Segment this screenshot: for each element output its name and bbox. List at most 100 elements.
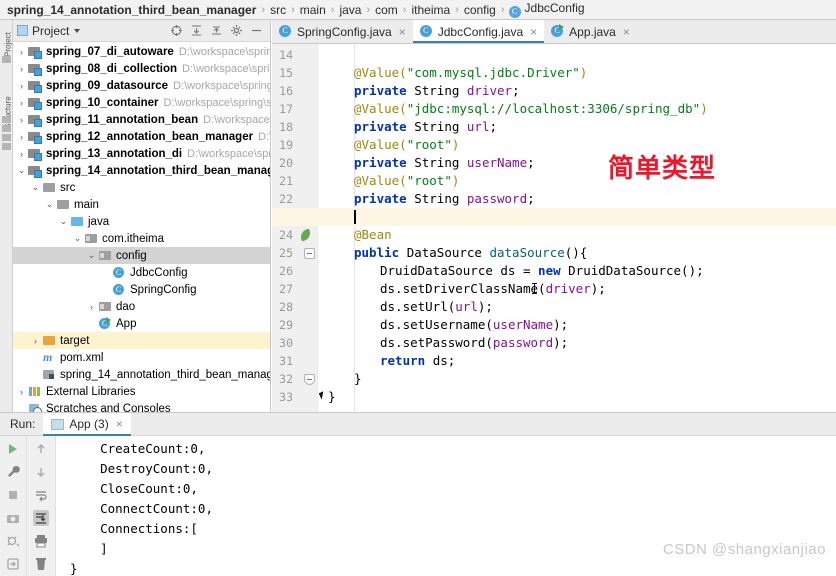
tree-node-config[interactable]: ⌄ config [13,247,270,264]
left-tool-window-strip[interactable]: Project Structure [0,20,13,412]
code-line-17: @Value("jdbc:mysql://localhost:3306/spri… [354,100,708,118]
breadcrumb-label: spring_14_annotation_third_bean_manager [7,2,257,17]
tree-node-spring-14-annotation-third-bean-manager[interactable]: spring_14_annotation_third_bean_manager [13,366,270,383]
editor-gutter[interactable]: 1415161718192021222324252627282930313233 [272,44,318,412]
tree-expand-arrow-icon[interactable]: › [15,81,28,91]
tree-expand-arrow-icon[interactable]: ⌄ [15,165,28,176]
tree-node-pom-xml[interactable]: pom.xml [13,349,270,366]
watermark: CSDN @shangxianjiao [662,541,826,558]
hide-panel-icon[interactable] [250,24,263,37]
project-tree[interactable]: › spring_07_di_autoware D:\workspace\sprin… [13,42,270,412]
tree-node-spring-07-di-autoware[interactable]: › spring_07_di_autoware D:\workspace\sprin… [13,43,270,60]
tree-expand-arrow-icon[interactable]: › [15,132,28,142]
expand-all-icon[interactable] [190,24,203,37]
breadcrumb-item-itheima[interactable]: itheima [410,3,451,17]
tree-node-spring-08-di-collection[interactable]: › spring_08_di_collection D:\workspace\spr… [13,60,270,77]
locate-icon[interactable] [170,24,183,37]
tree-expand-arrow-icon[interactable]: ⌄ [57,216,70,227]
code-token: DruidDataSource ds = [380,263,539,278]
tree-node-main[interactable]: ⌄ main [13,196,270,213]
tree-node-label: pom.xml [60,351,104,364]
breadcrumb-item-java[interactable]: java [338,3,362,17]
trash-icon[interactable] [33,556,49,572]
print-icon[interactable] [33,533,49,549]
run-tab-app[interactable]: App (3) × [43,412,132,436]
tree-node-jdbcconfig[interactable]: JdbcConfig [13,264,270,281]
breadcrumb-item-config[interactable]: config [463,3,497,17]
tree-expand-arrow-icon[interactable]: › [15,149,28,159]
tree-node-spring-14-annotation-third-bean-manager[interactable]: ⌄ spring_14_annotation_third_bean_manager [13,162,270,179]
code-line-30: ds.setPassword(password); [380,334,568,352]
tree-node-app[interactable]: App [13,315,270,332]
tree-expand-arrow-icon[interactable]: ⌄ [85,250,98,261]
breadcrumb-item-main[interactable]: main [299,3,327,17]
tree-node-label: spring_13_annotation_di [46,147,183,160]
breadcrumb-item-spring-14-annotation-third-bean-manager[interactable]: spring_14_annotation_third_bean_manager [6,3,257,17]
scroll-to-end-icon[interactable] [33,510,49,526]
spring-bean-gutter-icon[interactable] [298,226,314,244]
tree-expand-arrow-icon[interactable]: › [15,115,28,125]
tree-node-label: com.itheima [102,232,164,245]
stop-icon[interactable] [5,487,21,503]
camera-icon[interactable] [5,510,21,526]
tree-expand-arrow-icon[interactable]: › [15,64,28,74]
code-token: DruidDataSource(); [568,263,704,278]
code-token: ds; [432,353,456,368]
tree-expand-arrow-icon[interactable]: › [85,302,98,312]
editor-tab-jdbcconfig-java[interactable]: JdbcConfig.java × [412,20,545,43]
tree-node-spring-09-datasource[interactable]: › spring_09_datasource D:\workspace\spring… [13,77,270,94]
tree-node-path: D:\workspace\spring\s [173,79,270,92]
tree-node-spring-13-annotation-di[interactable]: › spring_13_annotation_di D:\workspace\spr… [13,145,270,162]
tree-expand-arrow-icon[interactable]: › [15,98,28,108]
tree-node-spring-11-annotation-bean[interactable]: › spring_11_annotation_bean D:\workspace\s [13,111,270,128]
tree-node-spring-10-container[interactable]: › spring_10_container D:\workspace\spring\… [13,94,270,111]
wrench-icon[interactable] [5,464,21,480]
debug-rerun-icon[interactable] [5,533,21,549]
code-content[interactable]: @Value("com.mysql.jdbc.Driver") private S… [272,44,836,412]
line-number-22: 22 [279,192,293,206]
close-icon[interactable]: × [399,25,406,39]
code-editor[interactable]: 1415161718192021222324252627282930313233… [272,44,836,412]
code-fold-marker[interactable] [304,248,315,259]
folder-icon [56,198,70,211]
rerun-icon[interactable] [5,441,21,457]
caret-line-highlight [272,208,836,226]
settings-gear-icon[interactable] [230,24,243,37]
breadcrumb-item-src[interactable]: src [269,3,287,17]
tree-expand-arrow-icon[interactable]: › [15,387,28,397]
collapse-all-icon[interactable] [210,24,223,37]
close-icon[interactable]: × [530,25,537,39]
scroll-up-icon[interactable] [33,441,49,457]
editor-tab-bar: SpringConfig.java×JdbcConfig.java×App.ja… [272,20,836,44]
scroll-down-icon[interactable] [33,464,49,480]
tree-node-java[interactable]: ⌄ java [13,213,270,230]
tree-expand-arrow-icon[interactable]: › [15,47,28,57]
tree-expand-arrow-icon[interactable]: ⌄ [71,233,84,244]
tree-node-spring-12-annotation-bean-manager[interactable]: › spring_12_annotation_bean_manager D:\w [13,128,270,145]
soft-wrap-icon[interactable] [33,487,49,503]
editor-tab-app-java[interactable]: App.java × [544,20,637,43]
close-icon[interactable]: × [623,25,630,39]
tree-node-springconfig[interactable]: SpringConfig [13,281,270,298]
tree-node-target[interactable]: › target [13,332,270,349]
chevron-down-icon[interactable] [74,28,81,33]
tree-expand-arrow-icon[interactable]: ⌄ [29,182,42,193]
close-icon[interactable]: × [116,417,123,431]
tree-node-label: External Libraries [46,385,136,398]
project-panel-title: Project [32,23,70,38]
code-token: "com.mysql.jdbc.Driver" [406,65,580,80]
breadcrumb-item-jdbcconfig[interactable]: C JdbcConfig [508,1,586,18]
editor-tab-springconfig-java[interactable]: SpringConfig.java × [272,20,413,43]
tree-node-external-libraries[interactable]: › External Libraries [13,383,270,400]
export-icon[interactable] [5,556,21,572]
code-token: ) [451,137,460,152]
tree-node-com-itheima[interactable]: ⌄ com.itheima [13,230,270,247]
tree-node-src[interactable]: ⌄ src [13,179,270,196]
breadcrumb-separator: › [291,3,295,16]
tree-expand-arrow-icon[interactable]: ⌄ [43,199,56,210]
tree-expand-arrow-icon[interactable]: › [29,336,42,346]
breadcrumb-item-com[interactable]: com [374,3,399,17]
tree-node-scratches-and-consoles[interactable]: Scratches and Consoles [13,400,270,412]
tree-node-dao[interactable]: › dao [13,298,270,315]
code-fold-marker[interactable] [304,374,315,385]
